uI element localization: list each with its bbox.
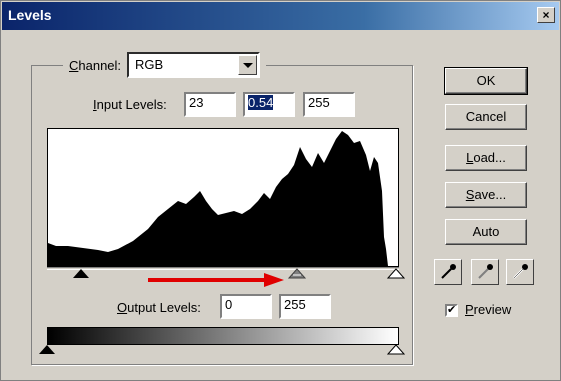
title-bar[interactable]: Levels ×	[2, 2, 559, 30]
auto-button[interactable]: Auto	[445, 219, 527, 245]
channel-row: Channel: RGB	[63, 52, 267, 78]
input-slider-track[interactable]	[47, 267, 399, 270]
output-white-slider-handle[interactable]	[386, 344, 406, 355]
gamma-selected-text: 0.54	[248, 95, 274, 110]
output-gradient-bar	[47, 327, 399, 345]
window-title: Levels	[8, 7, 52, 23]
levels-dialog: Levels × Channel: RGB Input Levels: 23 0…	[0, 0, 561, 381]
load-button[interactable]: Load...	[445, 145, 527, 171]
channel-label: Channel:	[69, 57, 122, 73]
black-eyedropper-icon	[441, 264, 456, 279]
close-button[interactable]: ×	[537, 7, 555, 23]
channel-select-value: RGB	[135, 57, 164, 72]
input-white-slider-handle[interactable]	[386, 268, 406, 279]
input-gamma-slider-handle[interactable]	[287, 268, 307, 279]
black-eyedropper-button[interactable]	[434, 259, 462, 285]
histogram-graph	[48, 131, 388, 266]
white-eyedropper-icon	[513, 264, 528, 279]
input-white-field[interactable]: 255	[303, 92, 355, 117]
histogram	[47, 128, 399, 267]
cancel-button[interactable]: Cancel	[445, 104, 527, 130]
output-white-field[interactable]: 255	[279, 294, 331, 319]
gray-eyedropper-icon	[478, 264, 493, 279]
output-black-field[interactable]: 0	[220, 294, 272, 319]
input-gamma-field[interactable]: 0.54	[243, 92, 295, 117]
save-button[interactable]: Save...	[445, 182, 527, 208]
white-eyedropper-button[interactable]	[506, 259, 534, 285]
input-black-field[interactable]: 23	[184, 92, 236, 117]
gray-eyedropper-button[interactable]	[471, 259, 499, 285]
preview-checkbox[interactable]: ✔	[445, 304, 458, 317]
input-black-slider-handle[interactable]	[73, 269, 89, 279]
input-levels-label: Input Levels:	[93, 97, 167, 112]
output-black-slider-handle[interactable]	[39, 345, 55, 355]
red-annotation-arrow	[148, 273, 284, 287]
preview-label[interactable]: Preview	[465, 302, 511, 317]
chevron-down-icon[interactable]	[238, 55, 258, 75]
output-levels-label: Output Levels:	[117, 300, 201, 315]
ok-button[interactable]: OK	[444, 67, 528, 95]
channel-select[interactable]: RGB	[127, 52, 261, 78]
